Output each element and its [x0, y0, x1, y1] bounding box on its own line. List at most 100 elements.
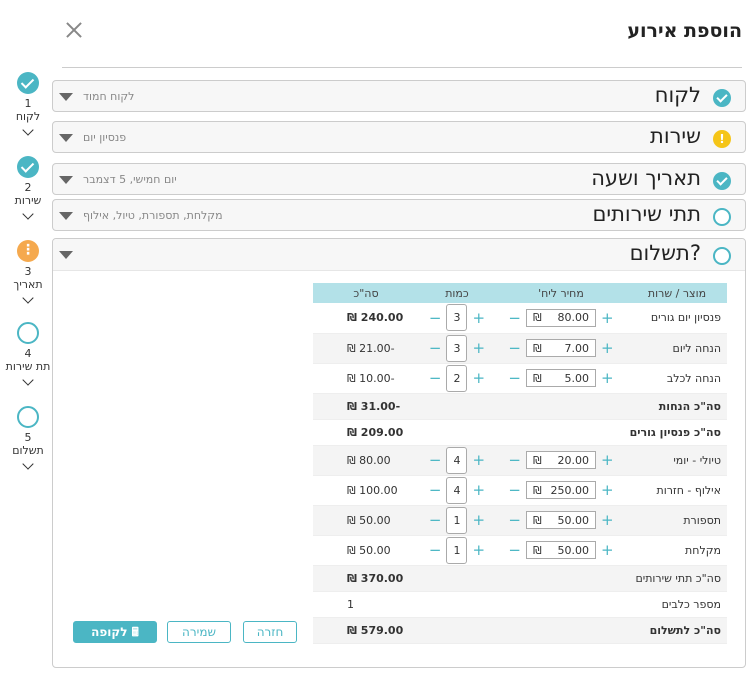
chevron-down-icon[interactable] [22, 374, 34, 386]
step-number: 3 [24, 265, 32, 278]
plus-icon[interactable]: + [596, 511, 619, 529]
section-title: תתי שירותים [592, 202, 701, 226]
qty-input[interactable]: 2 [446, 364, 468, 392]
product-name: פנסיון יום גורים [627, 303, 727, 334]
product-name: מספר כלבים [627, 591, 727, 618]
product-name: הנחה לכלב [627, 363, 727, 394]
currency-icon: ₪ [532, 483, 542, 497]
currency-icon: ₪ [347, 371, 356, 385]
product-name: מקלחת [627, 535, 727, 566]
check-icon [17, 72, 39, 94]
plus-icon[interactable]: + [596, 451, 619, 469]
price-input[interactable]: ₪ 7.00 [525, 339, 596, 357]
divider [62, 67, 742, 68]
section-header[interactable]: תשלום? [53, 239, 745, 271]
table-row: סה"כ תתי שירותים 370.00 ₪ [313, 565, 727, 592]
back-button[interactable]: חזרה [243, 621, 297, 643]
plus-icon[interactable]: + [467, 451, 490, 469]
qty-input[interactable]: 1 [446, 506, 468, 534]
currency-icon: ₪ [532, 311, 542, 325]
payment-table: מוצר / שרות מחיר ליח' כמות סה"כ פנסיון י… [313, 283, 727, 644]
price-input[interactable]: ₪ 5.00 [525, 369, 596, 387]
qty-input[interactable]: 4 [446, 446, 468, 474]
price-input[interactable]: ₪ 50.00 [525, 511, 596, 529]
price-input[interactable]: ₪ 80.00 [525, 308, 596, 327]
plus-icon[interactable]: + [467, 481, 490, 499]
product-name: סה"כ הנחות [627, 393, 727, 420]
plus-icon[interactable]: + [596, 339, 619, 357]
plus-icon[interactable]: + [467, 369, 490, 387]
product-name: סה"כ תתי שירותים [627, 565, 727, 592]
step-client[interactable]: 1 לקוח [0, 72, 56, 136]
plus-icon[interactable]: + [596, 309, 619, 327]
minus-icon[interactable]: − [503, 339, 526, 357]
col-qty: כמות [419, 283, 495, 303]
minus-icon[interactable]: − [424, 511, 447, 529]
section-client[interactable]: לקוח לקוח חמוד [52, 80, 746, 112]
step-number: 5 [24, 431, 32, 444]
price-input[interactable]: ₪ 20.00 [525, 451, 596, 469]
minus-icon[interactable]: − [424, 339, 447, 357]
minus-icon[interactable]: − [503, 369, 526, 387]
chevron-down-icon[interactable] [22, 208, 34, 220]
plus-icon[interactable]: + [467, 339, 490, 357]
col-price: מחיר ליח' [494, 283, 627, 303]
price-input[interactable]: ₪ 50.00 [525, 541, 596, 559]
minus-icon[interactable]: − [424, 541, 447, 559]
plus-icon[interactable]: + [467, 541, 490, 559]
minus-icon[interactable]: − [424, 369, 447, 387]
step-subservice[interactable]: 4 תת שירות [0, 322, 56, 386]
section-service[interactable]: שירות פנסיון יום [52, 121, 746, 153]
chevron-down-icon[interactable] [22, 458, 34, 470]
section-title: תשלום? [629, 241, 701, 265]
close-icon[interactable] [66, 22, 82, 38]
section-date[interactable]: תאריך ושעה יום חמישי, 5 דצמבר [52, 163, 746, 195]
caret-down-icon[interactable] [59, 134, 73, 142]
step-payment[interactable]: 5 תשלום [0, 406, 56, 470]
plus-icon[interactable]: + [596, 481, 619, 499]
minus-icon[interactable]: − [424, 481, 447, 499]
qty-input[interactable]: 3 [446, 334, 468, 362]
caret-down-icon[interactable] [59, 176, 73, 184]
minus-icon[interactable]: − [503, 309, 526, 327]
chevron-down-icon[interactable] [22, 292, 34, 304]
step-date[interactable]: 3 תאריך [0, 240, 56, 304]
minus-icon[interactable]: − [503, 541, 526, 559]
currency-icon: ₪ [532, 453, 542, 467]
table-row: טיולי - יומי + ₪ 20.00− +4− 80.00 ₪ [313, 445, 727, 476]
empty-circle-icon [713, 208, 731, 226]
minus-icon[interactable]: − [424, 309, 447, 327]
step-service[interactable]: 2 שירות [0, 156, 56, 220]
section-subservices[interactable]: תתי שירותים מקלחת, תספורת, טיול, אילוף [52, 199, 746, 231]
step-label: תשלום [12, 444, 44, 457]
caret-down-icon[interactable] [59, 93, 73, 101]
product-name: הנחה ליום [627, 333, 727, 364]
qty-input[interactable]: 3 [446, 304, 468, 332]
row-total: 209.00 ₪ [313, 419, 419, 446]
chevron-down-icon[interactable] [22, 124, 34, 136]
minus-icon[interactable]: − [503, 481, 526, 499]
qty-input[interactable]: 4 [446, 476, 468, 504]
save-button[interactable]: שמירה [167, 621, 231, 643]
step-label: שירות [14, 194, 42, 207]
empty-circle-icon [713, 247, 731, 265]
minus-icon[interactable]: − [424, 451, 447, 469]
caret-down-icon[interactable] [59, 251, 73, 259]
caret-down-icon[interactable] [59, 212, 73, 220]
row-total: 1 [313, 591, 419, 618]
product-name: תספורת [627, 505, 727, 536]
qty-input[interactable]: 1 [446, 536, 468, 564]
price-input[interactable]: ₪ 250.00 [525, 481, 596, 499]
minus-icon[interactable]: − [503, 511, 526, 529]
plus-icon[interactable]: + [467, 511, 490, 529]
plus-icon[interactable]: + [596, 541, 619, 559]
table-row: תספורת + ₪ 50.00− +1− 50.00 ₪ [313, 505, 727, 536]
row-total: -31.00 ₪ [313, 393, 419, 420]
currency-icon: ₪ [347, 513, 356, 527]
warning-icon [713, 130, 731, 148]
checkout-button[interactable]: לקופה 🖩 [73, 621, 157, 643]
plus-icon[interactable]: + [467, 309, 490, 327]
currency-icon: ₪ [347, 425, 357, 439]
plus-icon[interactable]: + [596, 369, 619, 387]
minus-icon[interactable]: − [503, 451, 526, 469]
